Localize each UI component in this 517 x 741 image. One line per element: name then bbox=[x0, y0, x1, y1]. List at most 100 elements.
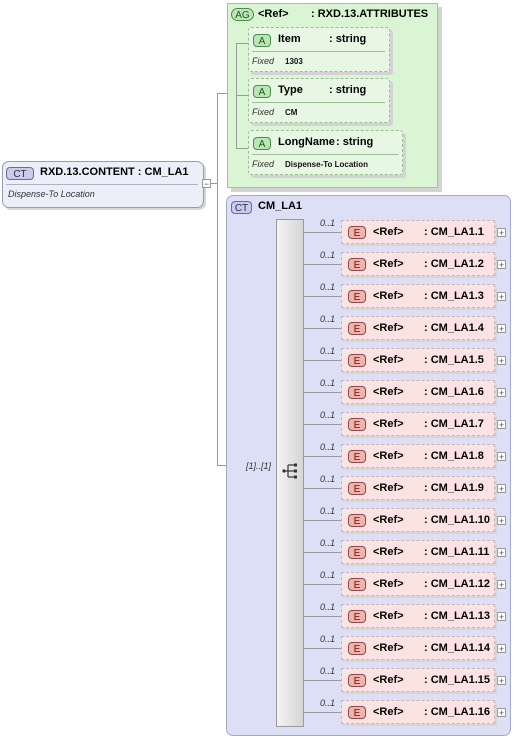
element-node[interactable]: E <Ref> : CM_LA1.9 bbox=[341, 476, 495, 500]
element-name: : CM_LA1.8 bbox=[424, 450, 484, 462]
attribute-group-ref: <Ref> bbox=[258, 8, 289, 20]
element-node[interactable]: E <Ref>: CM_LA1.15 bbox=[341, 668, 495, 692]
element-node[interactable]: E <Ref>: CM_LA1.8 bbox=[341, 444, 495, 468]
attribute-name: Type bbox=[278, 84, 303, 96]
element-badge: E bbox=[348, 354, 366, 367]
element-expand-toggle[interactable]: + bbox=[497, 420, 506, 430]
element-ref: <Ref> bbox=[373, 482, 404, 494]
connector bbox=[217, 93, 218, 465]
element-expand-toggle[interactable]: + bbox=[497, 260, 506, 270]
element-name: : CM_LA1.14 bbox=[424, 642, 491, 654]
attribute-longname[interactable]: A LongName : string Fixed Dispense-To Lo… bbox=[248, 130, 403, 175]
element-expand-toggle[interactable]: + bbox=[497, 612, 506, 622]
element-expand-toggle[interactable]: + bbox=[497, 324, 506, 334]
element-badge: E bbox=[348, 514, 366, 527]
element-badge: E bbox=[348, 642, 366, 655]
element-ref: <Ref> bbox=[373, 354, 404, 366]
element-badge: E bbox=[348, 482, 366, 495]
element-name: : CM_LA1.12 bbox=[424, 578, 491, 590]
root-documentation: Dispense-To Location bbox=[8, 189, 95, 199]
element-expand-toggle[interactable]: + bbox=[497, 356, 506, 366]
element-node[interactable]: E <Ref>: CM_LA1.1 bbox=[341, 220, 495, 244]
attribute-name: Item bbox=[278, 33, 301, 45]
connector bbox=[304, 712, 341, 713]
root-collapse-toggle[interactable]: − bbox=[202, 179, 211, 189]
element-badge: E bbox=[348, 546, 366, 559]
connector bbox=[304, 648, 341, 649]
element-expand-toggle[interactable]: + bbox=[497, 676, 506, 686]
element-node[interactable]: E <Ref>: CM_LA1.13 bbox=[341, 604, 495, 628]
complex-type-badge: CT bbox=[6, 167, 34, 180]
element-expand-toggle[interactable]: + bbox=[497, 644, 506, 654]
element-node[interactable]: E <Ref>: CM_LA1.10 bbox=[341, 508, 495, 532]
fixed-value: Dispense-To Location bbox=[285, 160, 368, 169]
complex-type-badge: CT bbox=[231, 201, 252, 214]
element-ref: <Ref> bbox=[373, 386, 404, 398]
element-expand-toggle[interactable]: + bbox=[497, 708, 506, 718]
connector bbox=[304, 424, 341, 425]
element-node[interactable]: E <Ref>: CM_LA1.11 bbox=[341, 540, 495, 564]
connector bbox=[304, 392, 341, 393]
element-ref: <Ref> bbox=[373, 290, 404, 302]
element-name: : CM_LA1.2 bbox=[424, 258, 484, 270]
attribute-group-name: : RXD.13.ATTRIBUTES bbox=[311, 8, 429, 20]
element-ref: <Ref> bbox=[373, 322, 404, 334]
root-node[interactable]: CT RXD.13.CONTENT : CM_LA1 Dispense-To L… bbox=[2, 161, 204, 208]
element-node[interactable]: E <Ref>: CM_LA1.3 bbox=[341, 284, 495, 308]
element-name: : CM_LA1.16 bbox=[424, 706, 491, 718]
element-occurrence: 0..1 bbox=[320, 602, 336, 612]
element-node[interactable]: E <Ref> : CM_LA1.14 bbox=[341, 636, 495, 660]
element-expand-toggle[interactable]: + bbox=[497, 580, 506, 590]
attribute-name: LongName bbox=[278, 136, 335, 148]
element-expand-toggle[interactable]: + bbox=[497, 452, 506, 462]
element-ref: <Ref> bbox=[373, 642, 404, 654]
element-badge: E bbox=[348, 386, 366, 399]
element-node[interactable]: E <Ref>: CM_LA1.2 bbox=[341, 252, 495, 276]
element-occurrence: 0..1 bbox=[320, 538, 336, 548]
element-expand-toggle[interactable]: + bbox=[497, 484, 506, 494]
connector bbox=[304, 296, 341, 297]
element-node[interactable]: E <Ref>: CM_LA1.6 bbox=[341, 380, 495, 404]
element-ref: <Ref> bbox=[373, 706, 404, 718]
fixed-value: CM bbox=[285, 108, 298, 117]
connector bbox=[304, 616, 341, 617]
element-occurrence: 0..1 bbox=[320, 698, 336, 708]
element-ref: <Ref> bbox=[373, 610, 404, 622]
element-badge: E bbox=[348, 450, 366, 463]
element-expand-toggle[interactable]: + bbox=[497, 516, 506, 526]
element-occurrence: 0..1 bbox=[320, 346, 336, 356]
element-badge: E bbox=[348, 226, 366, 239]
attribute-item[interactable]: A Item : string Fixed 1303 bbox=[248, 27, 390, 72]
element-expand-toggle[interactable]: + bbox=[497, 228, 506, 238]
element-node[interactable]: E <Ref>: CM_LA1.16 bbox=[341, 700, 495, 724]
fixed-value: 1303 bbox=[285, 57, 303, 66]
connector bbox=[304, 488, 341, 489]
connector bbox=[236, 148, 248, 149]
element-name: : CM_LA1.10 bbox=[424, 514, 491, 526]
fixed-label: Fixed bbox=[252, 159, 275, 169]
element-occurrence: 0..1 bbox=[320, 634, 336, 644]
connector bbox=[304, 456, 341, 457]
element-occurrence: 0..1 bbox=[320, 410, 336, 420]
attribute-separator bbox=[252, 51, 385, 52]
attribute-type: : string bbox=[329, 33, 367, 45]
element-occurrence: 0..1 bbox=[320, 314, 336, 324]
element-name: : CM_LA1.9 bbox=[424, 482, 484, 494]
element-node[interactable]: E <Ref>: CM_LA1.12 bbox=[341, 572, 495, 596]
element-occurrence: 0..1 bbox=[320, 218, 336, 228]
element-expand-toggle[interactable]: + bbox=[497, 388, 506, 398]
connector bbox=[304, 360, 341, 361]
element-node[interactable]: E <Ref>: CM_LA1.7 bbox=[341, 412, 495, 436]
element-name: : CM_LA1.13 bbox=[424, 610, 491, 622]
connector bbox=[236, 43, 248, 44]
element-node[interactable]: E <Ref>: CM_LA1.4 bbox=[341, 316, 495, 340]
element-occurrence: 0..1 bbox=[320, 250, 336, 260]
element-expand-toggle[interactable]: + bbox=[497, 548, 506, 558]
element-ref: <Ref> bbox=[373, 418, 404, 430]
connector bbox=[304, 264, 341, 265]
element-node[interactable]: E <Ref>: CM_LA1.5 bbox=[341, 348, 495, 372]
attribute-type: : string bbox=[336, 136, 374, 148]
attribute-type[interactable]: A Type : string Fixed CM bbox=[248, 78, 390, 123]
attribute-separator bbox=[252, 102, 385, 103]
element-expand-toggle[interactable]: + bbox=[497, 292, 506, 302]
